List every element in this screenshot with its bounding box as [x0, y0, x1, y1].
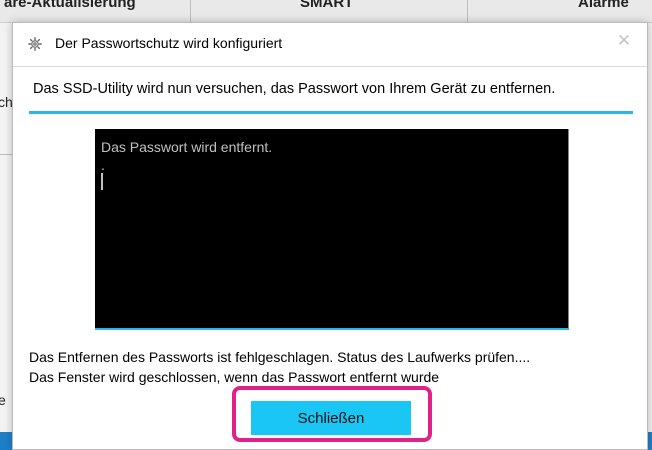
background-text-fragment: ch — [0, 94, 13, 110]
background-column-header: SMART — [300, 0, 354, 11]
status-message: Das Fenster wird geschlossen, wenn das P… — [29, 369, 440, 385]
accent-divider — [29, 111, 633, 114]
console-output: Das Passwort wird entfernt. . — [95, 129, 569, 330]
text-caret — [101, 173, 103, 190]
console-line: . — [101, 157, 105, 173]
dialog-title: Der Passwortschutz wird konfiguriert — [55, 35, 283, 51]
column-separator — [467, 0, 468, 22]
background-column-header: Alarme — [578, 0, 629, 11]
console-cursor: . — [101, 157, 105, 190]
title-divider — [13, 66, 647, 67]
background-column-header: are-Aktualisierung — [4, 0, 136, 11]
column-separator — [190, 0, 191, 22]
dialog-message: Das SSD-Utility wird nun versuchen, das … — [33, 81, 556, 97]
background-table-header: are-Aktualisierung SMART Alarme — [0, 0, 652, 23]
background-text-fragment: e — [0, 392, 6, 408]
close-button[interactable]: Schließen — [251, 401, 411, 435]
gear-icon — [28, 37, 42, 51]
close-icon[interactable]: ✕ — [615, 32, 633, 50]
password-dialog: Der Passwortschutz wird konfiguriert ✕ D… — [12, 22, 648, 450]
status-message: Das Entfernen des Passworts ist fehlgesc… — [29, 349, 531, 365]
console-line: Das Passwort wird entfernt. — [101, 139, 273, 155]
dialog-title-bar[interactable]: Der Passwortschutz wird konfiguriert ✕ — [13, 23, 647, 63]
